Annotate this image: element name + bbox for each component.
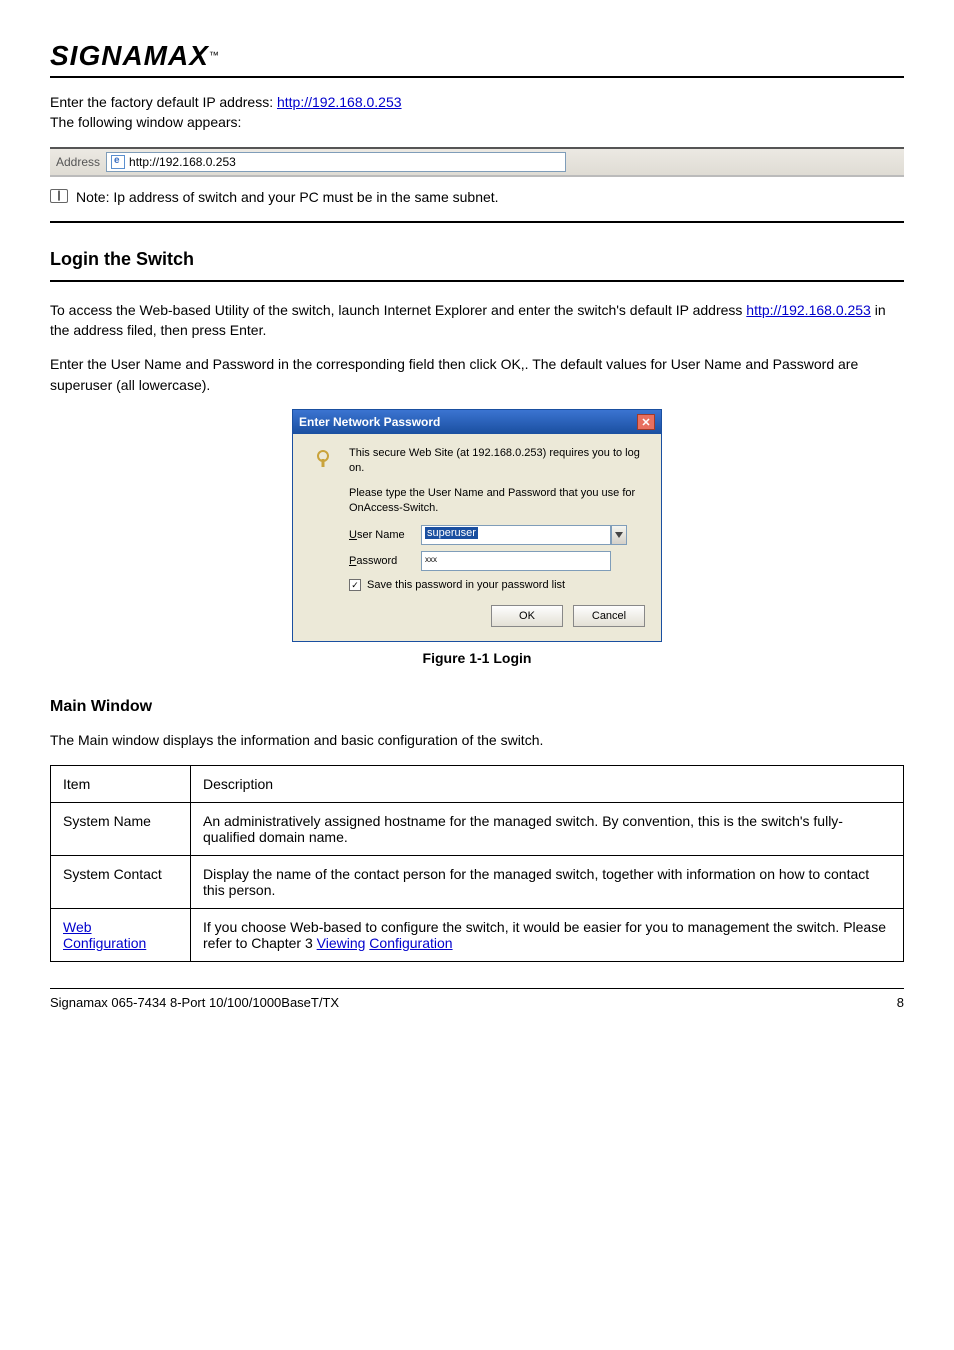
footer-left: Signamax 065-7434 8-Port 10/100/1000Base… bbox=[50, 995, 339, 1010]
r3-text-pre: If you choose Web-based to configure the… bbox=[203, 919, 886, 951]
section-para1-a: To access the Web-based Utility of the s… bbox=[50, 302, 746, 318]
password-label: Password bbox=[349, 555, 411, 567]
close-icon[interactable]: ✕ bbox=[637, 414, 655, 430]
book-icon bbox=[50, 189, 68, 203]
figure-caption: Figure 1-1 Login bbox=[50, 650, 904, 666]
main-window-intro: The Main window displays the information… bbox=[50, 730, 904, 750]
ok-button[interactable]: OK bbox=[491, 605, 563, 627]
intro-line2: The following window appears: bbox=[50, 114, 241, 130]
brand-logo-text: SIGNAMAX bbox=[50, 40, 209, 71]
main-window-heading: Main Window bbox=[50, 698, 904, 716]
configuration-link[interactable]: Configuration bbox=[63, 935, 146, 951]
save-password-label: Save this password in your password list bbox=[367, 579, 565, 591]
address-url: http://192.168.0.253 bbox=[129, 155, 236, 169]
cell-desc: An administratively assigned hostname fo… bbox=[191, 802, 904, 855]
section-para-url[interactable]: http://192.168.0.253 bbox=[746, 302, 871, 318]
table-row: Item Description bbox=[51, 765, 904, 802]
username-input[interactable]: superuser bbox=[421, 525, 611, 545]
address-bar-screenshot: Address http://192.168.0.253 bbox=[50, 147, 904, 177]
cell-desc: Display the name of the contact person f… bbox=[191, 855, 904, 908]
note-row: Note: Ip address of switch and your PC m… bbox=[50, 183, 904, 223]
table-row: System Name An administratively assigned… bbox=[51, 802, 904, 855]
col-header-item: Item bbox=[51, 765, 191, 802]
intro-para: Enter the factory default IP address: ht… bbox=[50, 92, 904, 133]
dialog-title: Enter Network Password bbox=[299, 415, 440, 429]
cell-item: Web Configuration bbox=[51, 908, 191, 961]
username-label: User Name bbox=[349, 529, 411, 541]
cell-item: System Contact bbox=[51, 855, 191, 908]
main-window-table: Item Description System Name An administ… bbox=[50, 765, 904, 962]
cell-desc: If you choose Web-based to configure the… bbox=[191, 908, 904, 961]
cancel-button[interactable]: Cancel bbox=[573, 605, 645, 627]
section-para2: Enter the User Name and Password in the … bbox=[50, 354, 904, 395]
dialog-screenshot: Enter Network Password ✕ This secure Web… bbox=[50, 409, 904, 642]
dialog-msg1: This secure Web Site (at 192.168.0.253) … bbox=[349, 446, 645, 476]
intro-pre: Enter the factory default IP address: bbox=[50, 94, 277, 110]
table-row: Web Configuration If you choose Web-base… bbox=[51, 908, 904, 961]
configuration-chapter-link[interactable]: Configuration bbox=[369, 935, 452, 951]
web-link[interactable]: Web bbox=[63, 919, 92, 935]
table-row: System Contact Display the name of the c… bbox=[51, 855, 904, 908]
ie-page-icon bbox=[111, 155, 125, 169]
note-text: Note: Ip address of switch and your PC m… bbox=[76, 187, 499, 207]
cell-item: System Name bbox=[51, 802, 191, 855]
address-field: http://192.168.0.253 bbox=[106, 152, 566, 172]
section-para1: To access the Web-based Utility of the s… bbox=[50, 300, 904, 341]
intro-url-link[interactable]: http://192.168.0.253 bbox=[277, 94, 402, 110]
col-header-desc: Description bbox=[191, 765, 904, 802]
username-dropdown-button[interactable] bbox=[611, 525, 627, 545]
keyhole-icon bbox=[309, 446, 337, 474]
save-password-checkbox[interactable]: ✓ bbox=[349, 579, 361, 591]
dialog-titlebar: Enter Network Password ✕ bbox=[293, 410, 661, 434]
section-rule bbox=[50, 280, 904, 282]
chevron-down-icon bbox=[615, 532, 623, 538]
address-label: Address bbox=[56, 155, 100, 169]
password-input[interactable]: xxx bbox=[421, 551, 611, 571]
footer-page-number: 8 bbox=[897, 995, 904, 1010]
dialog-msg2: Please type the User Name and Password t… bbox=[349, 486, 645, 516]
viewing-link[interactable]: Viewing bbox=[317, 935, 366, 951]
page-footer: Signamax 065-7434 8-Port 10/100/1000Base… bbox=[50, 988, 904, 1010]
section-title: Login the Switch bbox=[50, 249, 904, 270]
page-header: SIGNAMAX™ bbox=[50, 40, 904, 78]
brand-tm: ™ bbox=[209, 51, 219, 62]
